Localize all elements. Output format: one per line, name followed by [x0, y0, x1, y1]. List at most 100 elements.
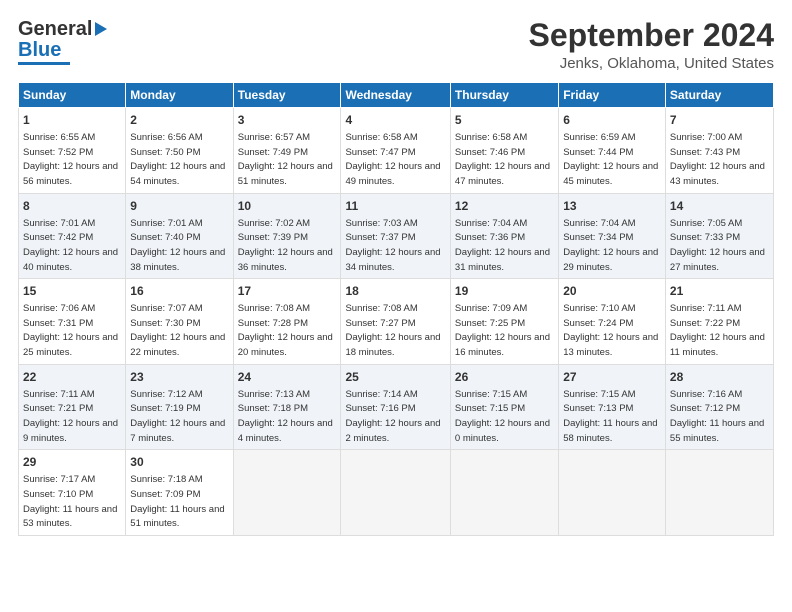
- day-number: 10: [238, 198, 337, 215]
- table-row: 25 Sunrise: 7:14 AMSunset: 7:16 PMDaylig…: [341, 364, 450, 450]
- day-info: Sunrise: 7:06 AMSunset: 7:31 PMDaylight:…: [23, 303, 118, 358]
- col-tuesday: Tuesday: [233, 83, 341, 108]
- day-info: Sunrise: 7:04 AMSunset: 7:36 PMDaylight:…: [455, 218, 550, 273]
- table-row: 28 Sunrise: 7:16 AMSunset: 7:12 PMDaylig…: [665, 364, 773, 450]
- day-info: Sunrise: 7:13 AMSunset: 7:18 PMDaylight:…: [238, 389, 333, 444]
- table-row: 1 Sunrise: 6:55 AMSunset: 7:52 PMDayligh…: [19, 108, 126, 194]
- day-info: Sunrise: 6:57 AMSunset: 7:49 PMDaylight:…: [238, 132, 333, 187]
- day-info: Sunrise: 6:59 AMSunset: 7:44 PMDaylight:…: [563, 132, 658, 187]
- table-row: 17 Sunrise: 7:08 AMSunset: 7:28 PMDaylig…: [233, 279, 341, 365]
- table-row: [341, 450, 450, 536]
- table-row: 6 Sunrise: 6:59 AMSunset: 7:44 PMDayligh…: [559, 108, 666, 194]
- day-info: Sunrise: 7:15 AMSunset: 7:15 PMDaylight:…: [455, 389, 550, 444]
- table-row: 8 Sunrise: 7:01 AMSunset: 7:42 PMDayligh…: [19, 193, 126, 279]
- logo-underline: [18, 62, 70, 65]
- day-info: Sunrise: 7:11 AMSunset: 7:22 PMDaylight:…: [670, 303, 765, 358]
- logo-general: General: [18, 18, 92, 41]
- day-number: 7: [670, 112, 769, 129]
- day-number: 26: [455, 369, 554, 386]
- day-number: 27: [563, 369, 661, 386]
- day-info: Sunrise: 7:07 AMSunset: 7:30 PMDaylight:…: [130, 303, 225, 358]
- day-info: Sunrise: 7:01 AMSunset: 7:42 PMDaylight:…: [23, 218, 118, 273]
- day-number: 23: [130, 369, 228, 386]
- day-number: 11: [345, 198, 445, 215]
- day-info: Sunrise: 7:11 AMSunset: 7:21 PMDaylight:…: [23, 389, 118, 444]
- day-number: 21: [670, 283, 769, 300]
- day-number: 17: [238, 283, 337, 300]
- day-number: 22: [23, 369, 121, 386]
- table-row: 29 Sunrise: 7:17 AMSunset: 7:10 PMDaylig…: [19, 450, 126, 536]
- day-number: 16: [130, 283, 228, 300]
- calendar: Sunday Monday Tuesday Wednesday Thursday…: [18, 82, 774, 536]
- day-info: Sunrise: 7:02 AMSunset: 7:39 PMDaylight:…: [238, 218, 333, 273]
- day-number: 2: [130, 112, 228, 129]
- day-info: Sunrise: 7:10 AMSunset: 7:24 PMDaylight:…: [563, 303, 658, 358]
- day-number: 24: [238, 369, 337, 386]
- day-number: 30: [130, 454, 228, 471]
- table-row: 4 Sunrise: 6:58 AMSunset: 7:47 PMDayligh…: [341, 108, 450, 194]
- header: General Blue September 2024 Jenks, Oklah…: [18, 18, 774, 72]
- col-thursday: Thursday: [450, 83, 558, 108]
- day-number: 6: [563, 112, 661, 129]
- day-info: Sunrise: 7:01 AMSunset: 7:40 PMDaylight:…: [130, 218, 225, 273]
- table-row: 24 Sunrise: 7:13 AMSunset: 7:18 PMDaylig…: [233, 364, 341, 450]
- day-number: 5: [455, 112, 554, 129]
- calendar-week-row: 1 Sunrise: 6:55 AMSunset: 7:52 PMDayligh…: [19, 108, 774, 194]
- day-info: Sunrise: 7:12 AMSunset: 7:19 PMDaylight:…: [130, 389, 225, 444]
- table-row: 12 Sunrise: 7:04 AMSunset: 7:36 PMDaylig…: [450, 193, 558, 279]
- day-number: 18: [345, 283, 445, 300]
- day-number: 20: [563, 283, 661, 300]
- day-info: Sunrise: 7:18 AMSunset: 7:09 PMDaylight:…: [130, 474, 224, 529]
- day-number: 1: [23, 112, 121, 129]
- table-row: [233, 450, 341, 536]
- calendar-week-row: 29 Sunrise: 7:17 AMSunset: 7:10 PMDaylig…: [19, 450, 774, 536]
- day-info: Sunrise: 7:15 AMSunset: 7:13 PMDaylight:…: [563, 389, 657, 444]
- logo-blue: Blue: [18, 41, 61, 59]
- table-row: 3 Sunrise: 6:57 AMSunset: 7:49 PMDayligh…: [233, 108, 341, 194]
- table-row: 5 Sunrise: 6:58 AMSunset: 7:46 PMDayligh…: [450, 108, 558, 194]
- day-info: Sunrise: 6:58 AMSunset: 7:47 PMDaylight:…: [345, 132, 440, 187]
- calendar-header-row: Sunday Monday Tuesday Wednesday Thursday…: [19, 83, 774, 108]
- table-row: 9 Sunrise: 7:01 AMSunset: 7:40 PMDayligh…: [126, 193, 233, 279]
- table-row: 30 Sunrise: 7:18 AMSunset: 7:09 PMDaylig…: [126, 450, 233, 536]
- col-sunday: Sunday: [19, 83, 126, 108]
- table-row: 21 Sunrise: 7:11 AMSunset: 7:22 PMDaylig…: [665, 279, 773, 365]
- calendar-week-row: 15 Sunrise: 7:06 AMSunset: 7:31 PMDaylig…: [19, 279, 774, 365]
- day-info: Sunrise: 7:08 AMSunset: 7:27 PMDaylight:…: [345, 303, 440, 358]
- day-number: 4: [345, 112, 445, 129]
- page-title: September 2024: [529, 18, 774, 53]
- day-info: Sunrise: 7:00 AMSunset: 7:43 PMDaylight:…: [670, 132, 765, 187]
- table-row: 22 Sunrise: 7:11 AMSunset: 7:21 PMDaylig…: [19, 364, 126, 450]
- day-number: 29: [23, 454, 121, 471]
- day-number: 3: [238, 112, 337, 129]
- table-row: 27 Sunrise: 7:15 AMSunset: 7:13 PMDaylig…: [559, 364, 666, 450]
- col-wednesday: Wednesday: [341, 83, 450, 108]
- day-info: Sunrise: 7:16 AMSunset: 7:12 PMDaylight:…: [670, 389, 764, 444]
- logo: General Blue: [18, 18, 107, 65]
- table-row: [559, 450, 666, 536]
- col-monday: Monday: [126, 83, 233, 108]
- day-number: 25: [345, 369, 445, 386]
- table-row: [665, 450, 773, 536]
- day-info: Sunrise: 7:03 AMSunset: 7:37 PMDaylight:…: [345, 218, 440, 273]
- day-info: Sunrise: 7:05 AMSunset: 7:33 PMDaylight:…: [670, 218, 765, 273]
- day-info: Sunrise: 7:04 AMSunset: 7:34 PMDaylight:…: [563, 218, 658, 273]
- table-row: 18 Sunrise: 7:08 AMSunset: 7:27 PMDaylig…: [341, 279, 450, 365]
- day-number: 28: [670, 369, 769, 386]
- day-info: Sunrise: 7:17 AMSunset: 7:10 PMDaylight:…: [23, 474, 117, 529]
- table-row: 26 Sunrise: 7:15 AMSunset: 7:15 PMDaylig…: [450, 364, 558, 450]
- day-number: 19: [455, 283, 554, 300]
- table-row: [450, 450, 558, 536]
- page-subtitle: Jenks, Oklahoma, United States: [529, 55, 774, 72]
- table-row: 19 Sunrise: 7:09 AMSunset: 7:25 PMDaylig…: [450, 279, 558, 365]
- day-info: Sunrise: 7:08 AMSunset: 7:28 PMDaylight:…: [238, 303, 333, 358]
- day-number: 13: [563, 198, 661, 215]
- table-row: 13 Sunrise: 7:04 AMSunset: 7:34 PMDaylig…: [559, 193, 666, 279]
- day-info: Sunrise: 7:14 AMSunset: 7:16 PMDaylight:…: [345, 389, 440, 444]
- day-info: Sunrise: 6:58 AMSunset: 7:46 PMDaylight:…: [455, 132, 550, 187]
- col-saturday: Saturday: [665, 83, 773, 108]
- title-area: September 2024 Jenks, Oklahoma, United S…: [529, 18, 774, 72]
- day-info: Sunrise: 6:55 AMSunset: 7:52 PMDaylight:…: [23, 132, 118, 187]
- day-number: 15: [23, 283, 121, 300]
- table-row: 10 Sunrise: 7:02 AMSunset: 7:39 PMDaylig…: [233, 193, 341, 279]
